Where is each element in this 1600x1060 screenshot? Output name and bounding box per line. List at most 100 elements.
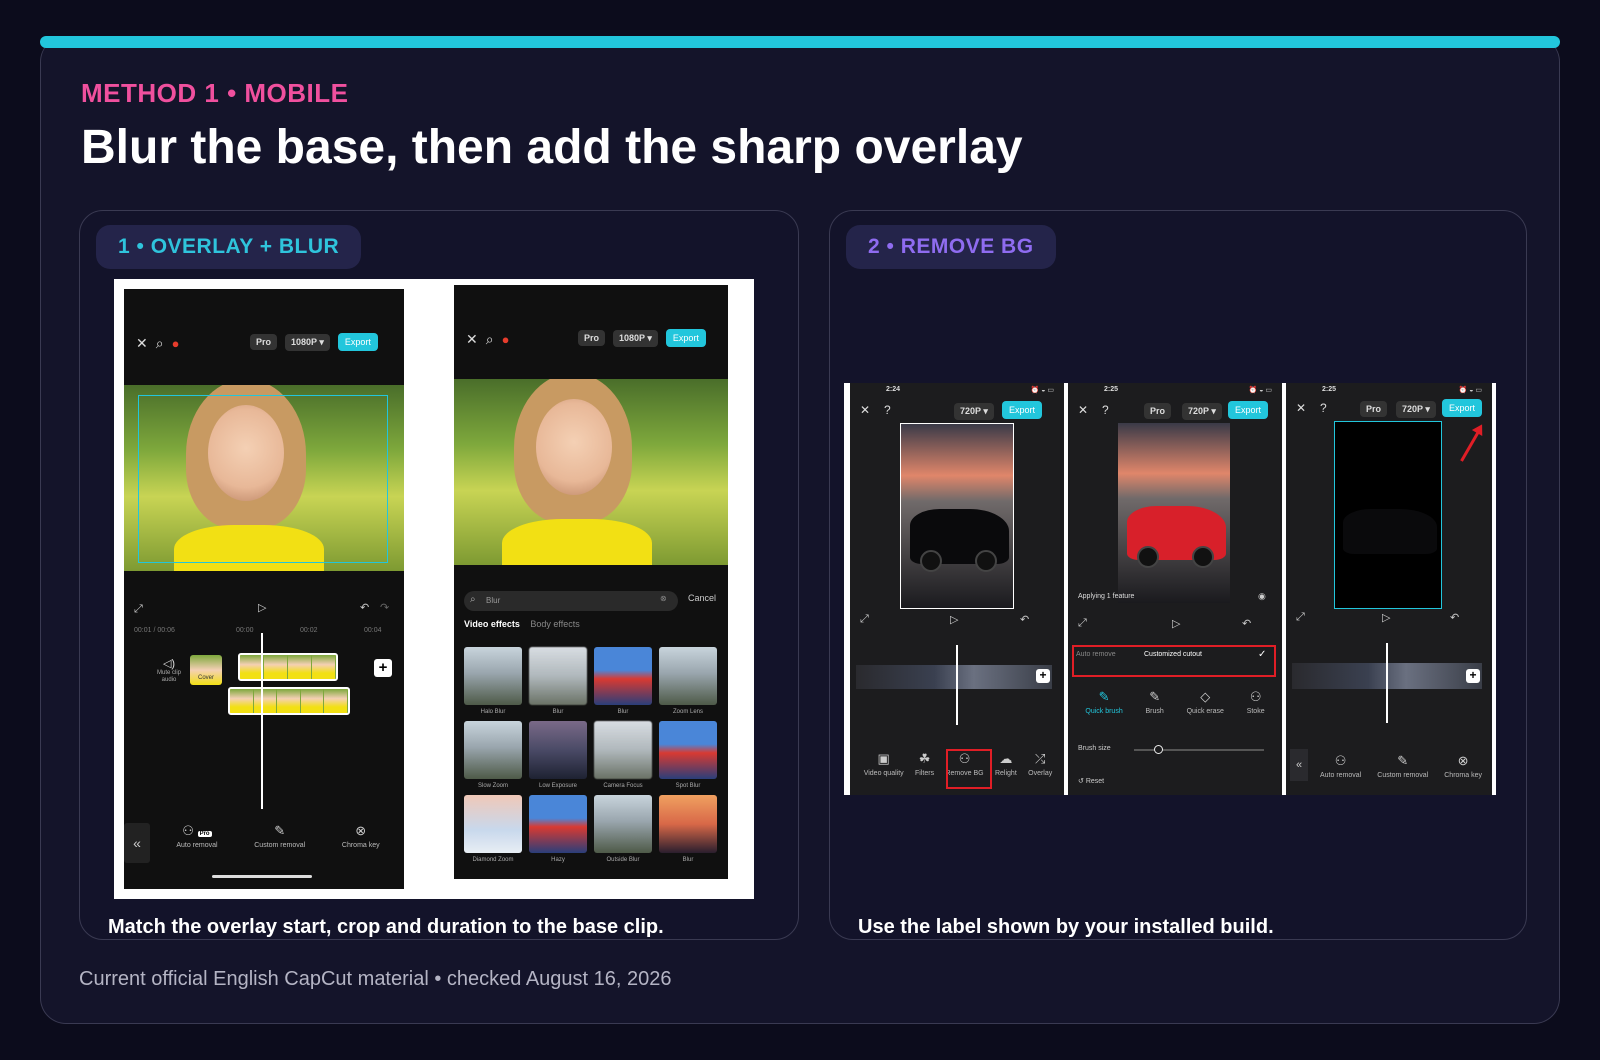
- close-icon[interactable]: ✕: [136, 335, 148, 352]
- play-icon[interactable]: ▷: [950, 613, 958, 626]
- effect-search-input[interactable]: Blur: [464, 591, 678, 611]
- brush-button[interactable]: ✎ Brush: [1146, 689, 1164, 715]
- base-clip[interactable]: [238, 653, 338, 681]
- close-icon[interactable]: ✕: [1078, 403, 1088, 417]
- cover-thumb[interactable]: Cover: [190, 655, 222, 685]
- overlay-button[interactable]: ⤮ Overlay: [1028, 751, 1052, 777]
- pro-badge[interactable]: Pro: [1360, 401, 1388, 417]
- resolution-select[interactable]: 720P ▾: [954, 403, 994, 420]
- fullscreen-icon[interactable]: ⤢: [1296, 611, 1305, 624]
- preview-cutout: [1334, 421, 1442, 609]
- quick-erase-button[interactable]: ◇ Quick erase: [1187, 689, 1224, 715]
- overlay-clip[interactable]: [228, 687, 350, 715]
- help-icon[interactable]: ?: [1102, 403, 1109, 417]
- back-chevron-icon[interactable]: «: [1290, 749, 1308, 781]
- status-icons: ⏰ ◒ ▭: [1030, 387, 1054, 394]
- clear-icon[interactable]: ⊗: [660, 594, 667, 603]
- mute-clip-audio[interactable]: ◁) Mute clip audio: [154, 657, 184, 684]
- effect-tile[interactable]: Blur: [659, 795, 717, 863]
- brush-size-label: Brush size: [1078, 745, 1111, 752]
- resolution-select[interactable]: 1080P ▾: [613, 329, 658, 347]
- play-icon[interactable]: ▷: [1172, 617, 1180, 630]
- export-arrow: [1460, 429, 1481, 462]
- tab-body-effects[interactable]: Body effects: [530, 619, 579, 629]
- export-button[interactable]: Export: [1228, 401, 1269, 419]
- tab-video-effects[interactable]: Video effects: [464, 619, 520, 629]
- close-icon[interactable]: ✕: [860, 403, 870, 417]
- resolution-select[interactable]: 720P ▾: [1396, 401, 1436, 418]
- export-button[interactable]: Export: [1002, 401, 1043, 419]
- stoke-icon: ⚇: [1249, 689, 1262, 704]
- phone-effects: ✕ ⌕ ● Pro 1080P ▾ Export Blur ⌕ ⊗ Cancel…: [454, 285, 728, 879]
- playhead[interactable]: [956, 645, 958, 725]
- resolution-select[interactable]: 1080P ▾: [285, 333, 330, 351]
- export-button[interactable]: Export: [665, 329, 706, 347]
- video-track[interactable]: [856, 665, 1052, 689]
- help-icon[interactable]: ?: [1320, 401, 1327, 415]
- preview-photo: [454, 379, 728, 565]
- effect-tile[interactable]: Blur: [529, 647, 587, 715]
- eye-icon[interactable]: ◉: [1258, 591, 1266, 602]
- panel-caption: Match the overlay start, crop and durati…: [108, 916, 664, 938]
- fullscreen-icon[interactable]: ⤢: [1078, 617, 1087, 630]
- effect-tile[interactable]: Blur: [594, 647, 652, 715]
- add-clip-button[interactable]: +: [374, 659, 392, 677]
- effect-tile[interactable]: Low Exposure: [529, 721, 587, 789]
- chroma-key-button[interactable]: ⊗ Chroma key: [342, 823, 380, 849]
- brush-size-knob[interactable]: [1154, 745, 1163, 754]
- fullscreen-icon[interactable]: ⤢: [134, 603, 143, 616]
- pro-badge[interactable]: Pro: [1144, 403, 1172, 419]
- home-indicator: [212, 875, 312, 878]
- close-icon[interactable]: ✕: [1296, 401, 1306, 415]
- playhead[interactable]: [261, 633, 263, 809]
- redo-icon[interactable]: ↷: [380, 601, 389, 614]
- search-icon[interactable]: ⌕: [486, 331, 494, 348]
- mute-label: Mute clip audio: [156, 670, 181, 683]
- playhead[interactable]: [1386, 643, 1388, 723]
- search-icon[interactable]: ⌕: [156, 335, 164, 352]
- effect-tile[interactable]: Outside Blur: [594, 795, 652, 863]
- preview-car-masked: [1118, 423, 1230, 603]
- undo-icon[interactable]: ↶: [1242, 617, 1251, 630]
- play-icon[interactable]: ▷: [258, 601, 266, 614]
- effect-tile[interactable]: Halo Blur: [464, 647, 522, 715]
- fullscreen-icon[interactable]: ⤢: [860, 613, 869, 626]
- custom-removal-button[interactable]: ✎ Custom removal: [254, 823, 305, 849]
- relight-icon: ☁: [999, 751, 1013, 766]
- stoke-button[interactable]: ⚇ Stoke: [1247, 689, 1265, 715]
- undo-icon[interactable]: ↶: [1020, 613, 1029, 626]
- pro-badge[interactable]: Pro: [578, 330, 606, 346]
- effect-tile[interactable]: Spot Blur: [659, 721, 717, 789]
- overlay-selection-box[interactable]: [138, 395, 388, 563]
- chroma-key-button[interactable]: ⊗ Chroma key: [1444, 753, 1482, 779]
- custom-removal-button[interactable]: ✎ Custom removal: [1377, 753, 1428, 779]
- relight-button[interactable]: ☁ Relight: [995, 751, 1017, 777]
- export-button[interactable]: Export: [1442, 399, 1483, 417]
- help-icon[interactable]: ?: [884, 403, 891, 417]
- resolution-select[interactable]: 720P ▾: [1182, 403, 1222, 420]
- effects-grid: Halo Blur Blur Blur Zoom Lens Slow Zoom …: [464, 647, 718, 863]
- reset-button[interactable]: ↺ Reset: [1078, 777, 1104, 785]
- pro-badge[interactable]: Pro: [250, 334, 278, 350]
- effect-tile[interactable]: Hazy: [529, 795, 587, 863]
- effect-tile[interactable]: Camera Focus: [594, 721, 652, 789]
- cancel-button[interactable]: Cancel: [688, 593, 716, 603]
- close-icon[interactable]: ✕: [466, 331, 478, 348]
- filters-button[interactable]: ☘ Filters: [915, 751, 934, 777]
- auto-removal-button[interactable]: ⚇ Auto removal: [1320, 753, 1361, 779]
- quick-brush-button[interactable]: ✎ Quick brush: [1085, 689, 1122, 715]
- add-clip-button[interactable]: +: [1036, 669, 1050, 683]
- play-icon[interactable]: ▷: [1382, 611, 1390, 624]
- flame-icon[interactable]: ●: [502, 332, 510, 347]
- effect-tile[interactable]: Diamond Zoom: [464, 795, 522, 863]
- flame-icon[interactable]: ●: [172, 336, 180, 351]
- video-quality-button[interactable]: ▣ Video quality: [864, 751, 904, 777]
- auto-removal-button[interactable]: ⚇ Pro Auto removal: [176, 823, 217, 849]
- back-chevron-icon[interactable]: «: [124, 823, 150, 863]
- effect-tile[interactable]: Zoom Lens: [659, 647, 717, 715]
- export-button[interactable]: Export: [337, 333, 378, 351]
- undo-icon[interactable]: ↶: [360, 601, 369, 614]
- undo-icon[interactable]: ↶: [1450, 611, 1459, 624]
- add-clip-button[interactable]: +: [1466, 669, 1480, 683]
- effect-tile[interactable]: Slow Zoom: [464, 721, 522, 789]
